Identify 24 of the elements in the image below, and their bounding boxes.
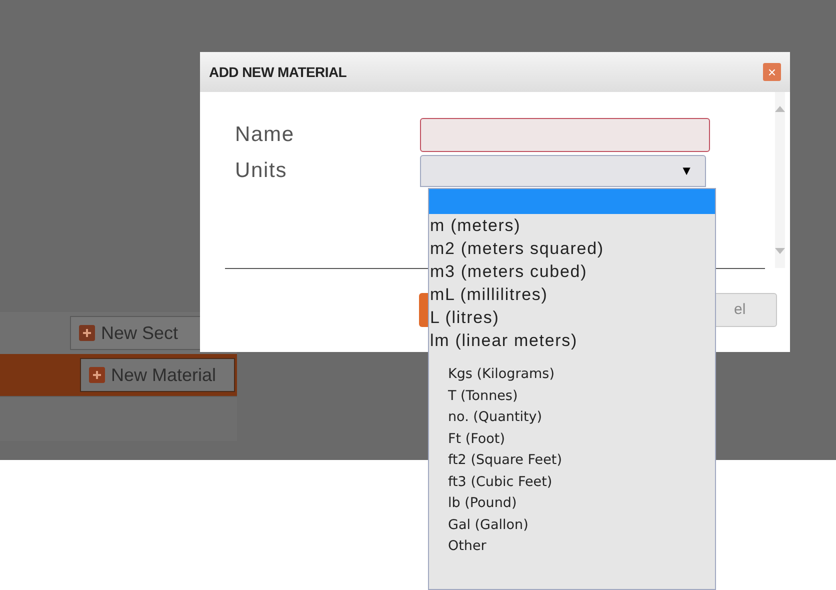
units-select[interactable]: ▼ bbox=[420, 155, 706, 187]
dropdown-option[interactable] bbox=[429, 189, 715, 214]
dialog-title: ADD NEW MATERIAL bbox=[209, 62, 347, 82]
plus-icon bbox=[89, 367, 105, 383]
dropdown-option[interactable]: lb (Pound) bbox=[429, 493, 715, 514]
plus-icon bbox=[79, 325, 95, 341]
dropdown-option[interactable]: Gal (Gallon) bbox=[429, 514, 715, 536]
name-field[interactable] bbox=[420, 118, 710, 152]
dropdown-option[interactable]: ft2 (Square Feet) bbox=[429, 450, 715, 472]
dropdown-option[interactable]: no. (Quantity) bbox=[429, 407, 715, 428]
dropdown-option[interactable]: T (Tonnes) bbox=[429, 386, 715, 407]
scroll-down-icon[interactable] bbox=[775, 248, 785, 254]
dropdown-option[interactable]: m2 (meters squared) bbox=[429, 237, 715, 260]
dropdown-option[interactable]: Other bbox=[429, 536, 715, 558]
caret-icon: ▼ bbox=[680, 161, 693, 181]
dropdown-option[interactable]: m3 (meters cubed) bbox=[429, 260, 715, 283]
dropdown-option[interactable]: m (meters) bbox=[429, 214, 715, 237]
field-label: Units bbox=[234, 158, 288, 184]
dropdown-option[interactable]: ft3 (Cubic Feet) bbox=[429, 472, 715, 493]
scroll-up-icon[interactable] bbox=[775, 106, 785, 112]
dropdown-option[interactable]: Kgs (Kilograms) bbox=[429, 364, 715, 386]
dropdown-option[interactable]: Ft (Foot) bbox=[429, 428, 715, 450]
field-label: Name bbox=[234, 122, 296, 148]
dropdown-option[interactable]: lm (linear meters) bbox=[429, 329, 715, 352]
